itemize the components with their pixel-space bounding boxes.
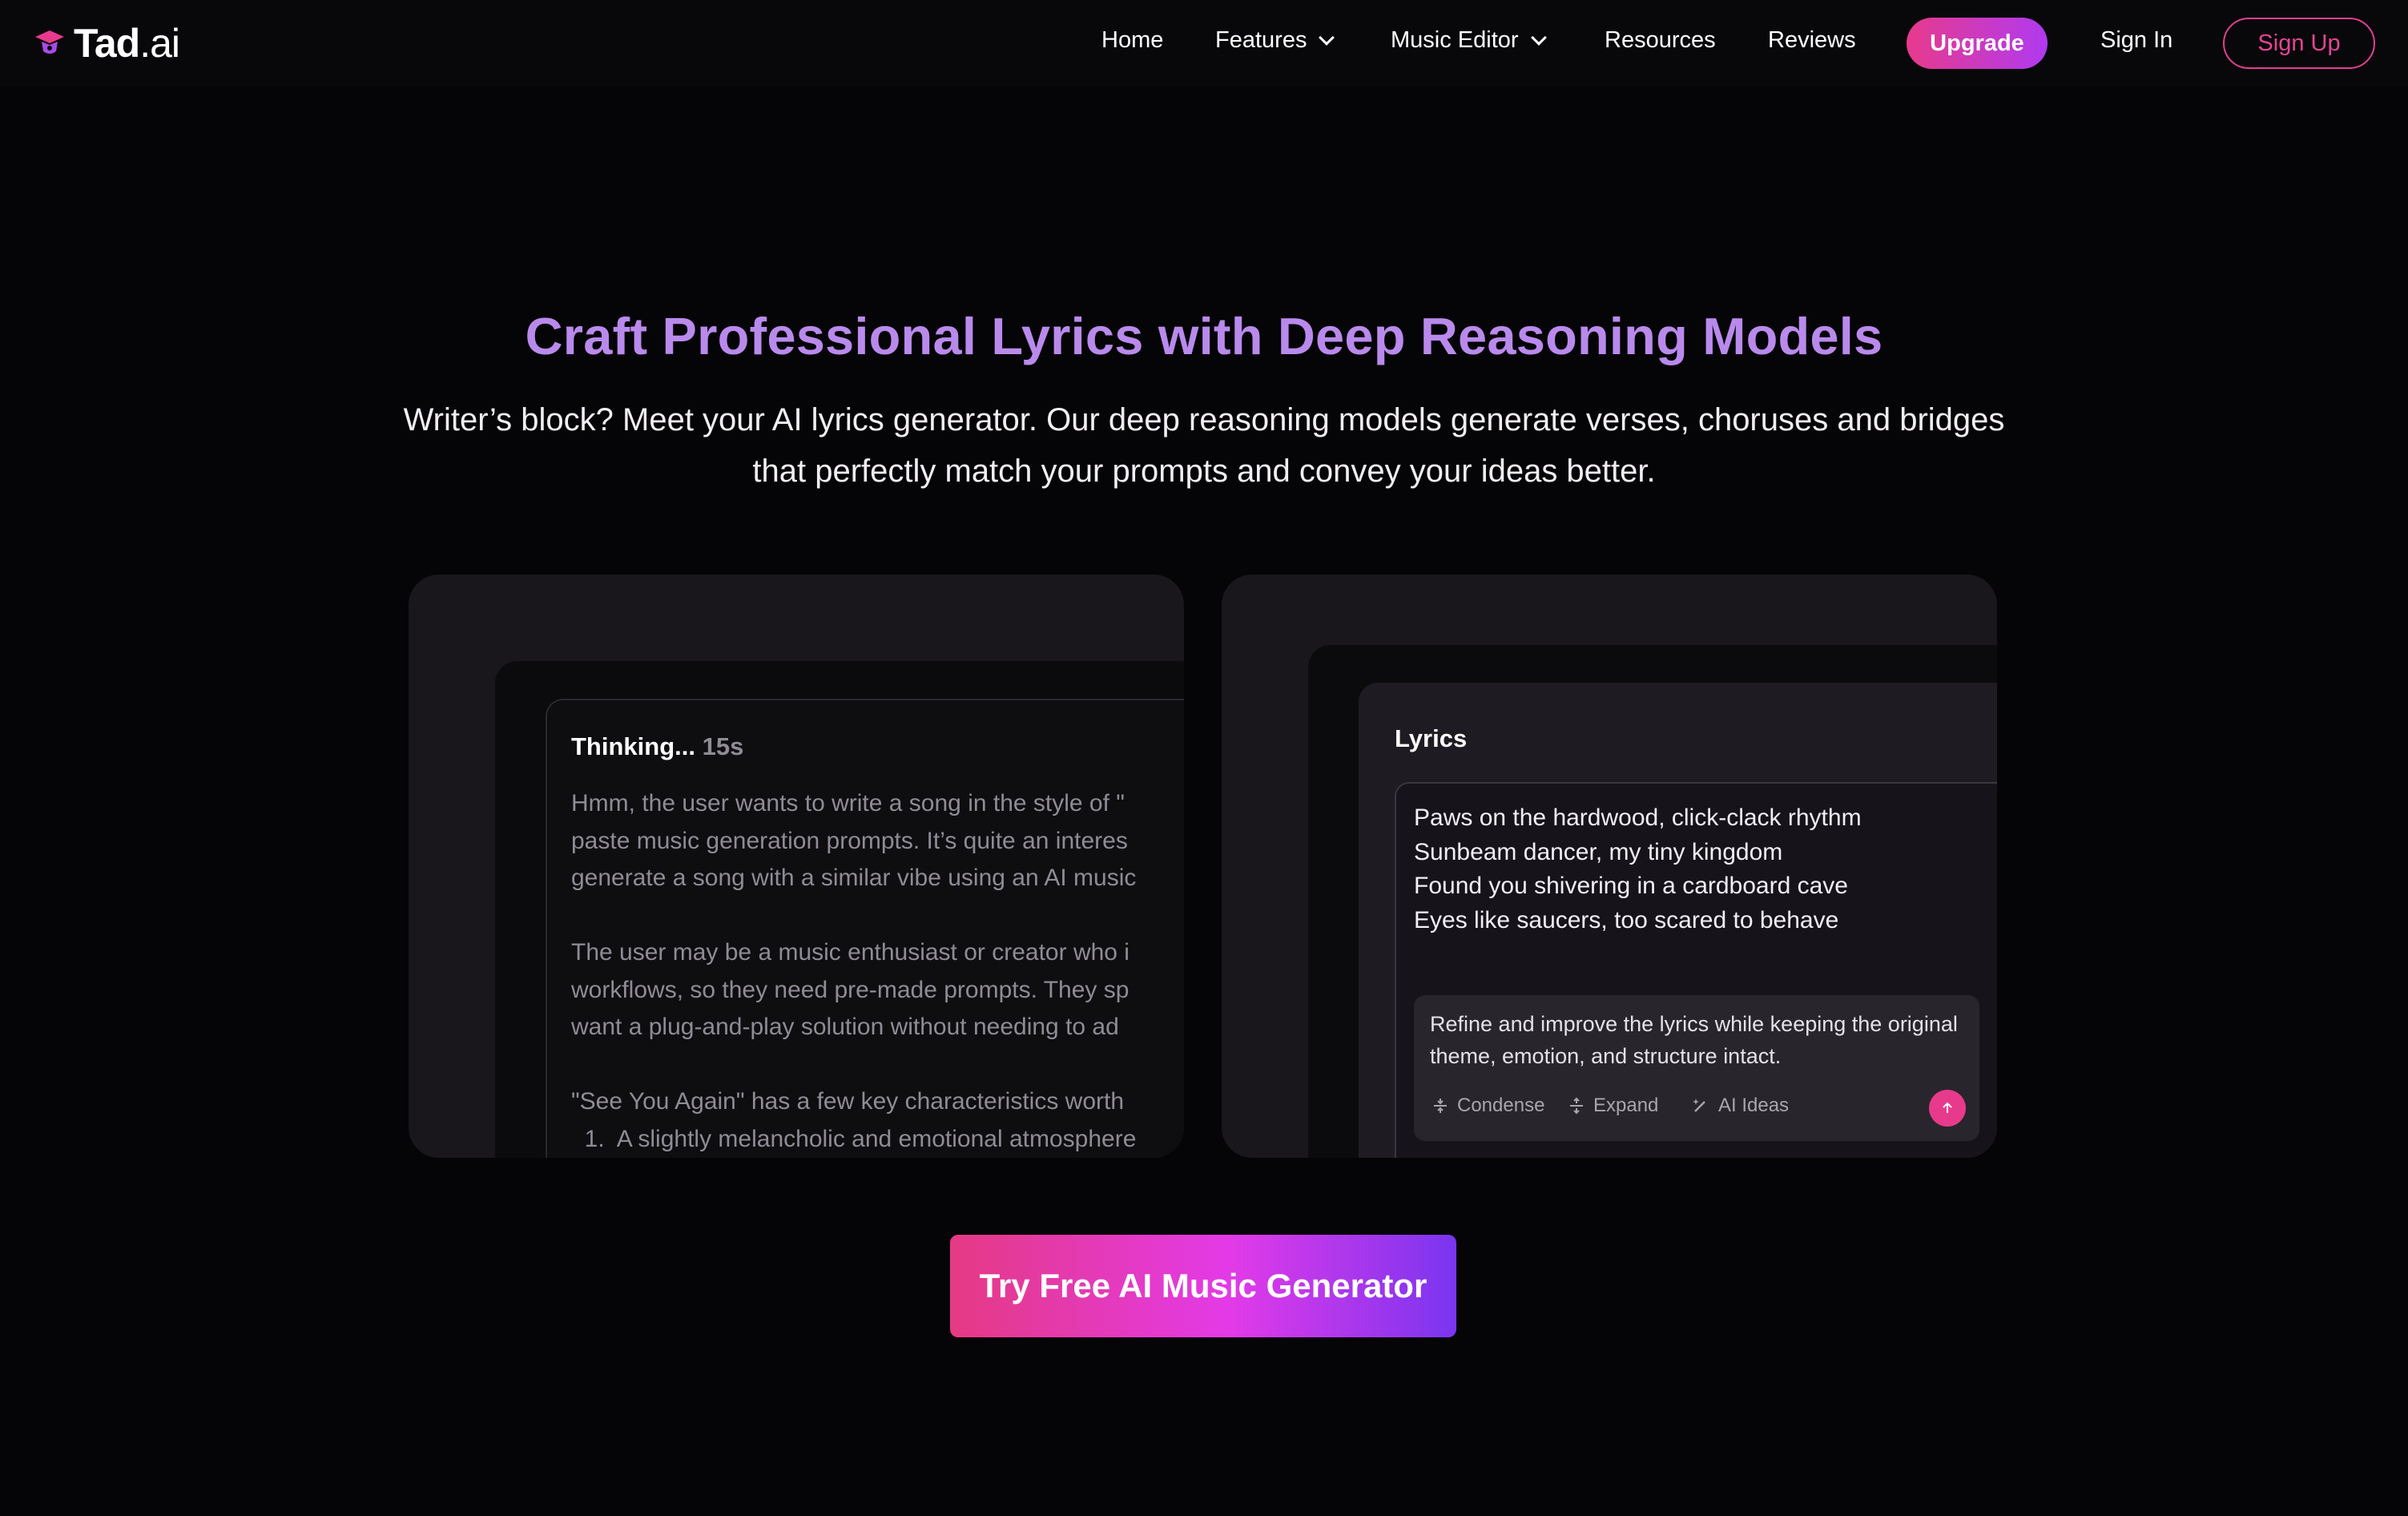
chevron-down-icon <box>1319 29 1335 46</box>
lyrics-text[interactable]: Paws on the hardwood, click-clack rhythm… <box>1414 801 1862 937</box>
lyrics-panel: Lyrics Paws on the hardwood, click-clack… <box>1359 683 1997 1158</box>
upgrade-button[interactable]: Upgrade <box>1907 18 2048 69</box>
thinking-duration: 15s <box>702 732 744 760</box>
sign-up-button[interactable]: Sign Up <box>2223 18 2375 69</box>
send-button[interactable] <box>1929 1090 1966 1127</box>
lyrics-heading: Lyrics <box>1395 724 1468 752</box>
refine-prompt-box[interactable]: Refine and improve the lyrics while keep… <box>1414 995 1979 1141</box>
lyrics-card: Lyrics Paws on the hardwood, click-clack… <box>1222 575 1997 1158</box>
thinking-text: Hmm, the user wants to write a song in t… <box>571 790 1137 1152</box>
expand-button[interactable]: Expand <box>1568 1095 1658 1117</box>
try-free-generator-button[interactable]: Try Free AI Music Generator <box>950 1235 1456 1337</box>
lyrics-editor[interactable]: Paws on the hardwood, click-clack rhythm… <box>1395 782 1997 1158</box>
arrow-up-icon <box>1943 1102 1952 1113</box>
nav-home[interactable]: Home <box>1101 27 1163 54</box>
nav-features[interactable]: Features <box>1215 27 1335 54</box>
refine-prompt-text[interactable]: Refine and improve the lyrics while keep… <box>1430 1008 1959 1072</box>
thinking-card: Thinking... 15s Hmm, the user wants to w… <box>409 575 1184 1158</box>
logo-icon <box>35 30 64 54</box>
chevron-down-icon <box>1530 29 1547 46</box>
thinking-header: Thinking... 15s <box>571 732 744 760</box>
nav-music-editor[interactable]: Music Editor <box>1391 27 1547 54</box>
top-nav: Tad.ai Home Features Music Editor Resour… <box>0 0 2408 87</box>
logo-text: Tad.ai <box>74 21 180 66</box>
sign-in-link[interactable]: Sign In <box>2100 27 2172 54</box>
page-title: Craft Professional Lyrics with Deep Reas… <box>525 307 1883 365</box>
condense-icon <box>1434 1099 1447 1113</box>
logo[interactable]: Tad.ai <box>32 21 180 66</box>
condense-button[interactable]: Condense <box>1432 1095 1544 1117</box>
nav-reviews[interactable]: Reviews <box>1768 27 1856 54</box>
magic-wand-icon <box>1693 1099 1705 1112</box>
page-subtitle: Writer’s block? Meet your AI lyrics gene… <box>403 402 2005 489</box>
expand-icon <box>1570 1097 1583 1115</box>
ai-ideas-button[interactable]: AI Ideas <box>1691 1095 1789 1117</box>
thinking-panel: Thinking... 15s Hmm, the user wants to w… <box>546 699 1184 1158</box>
nav-resources[interactable]: Resources <box>1605 27 1716 54</box>
